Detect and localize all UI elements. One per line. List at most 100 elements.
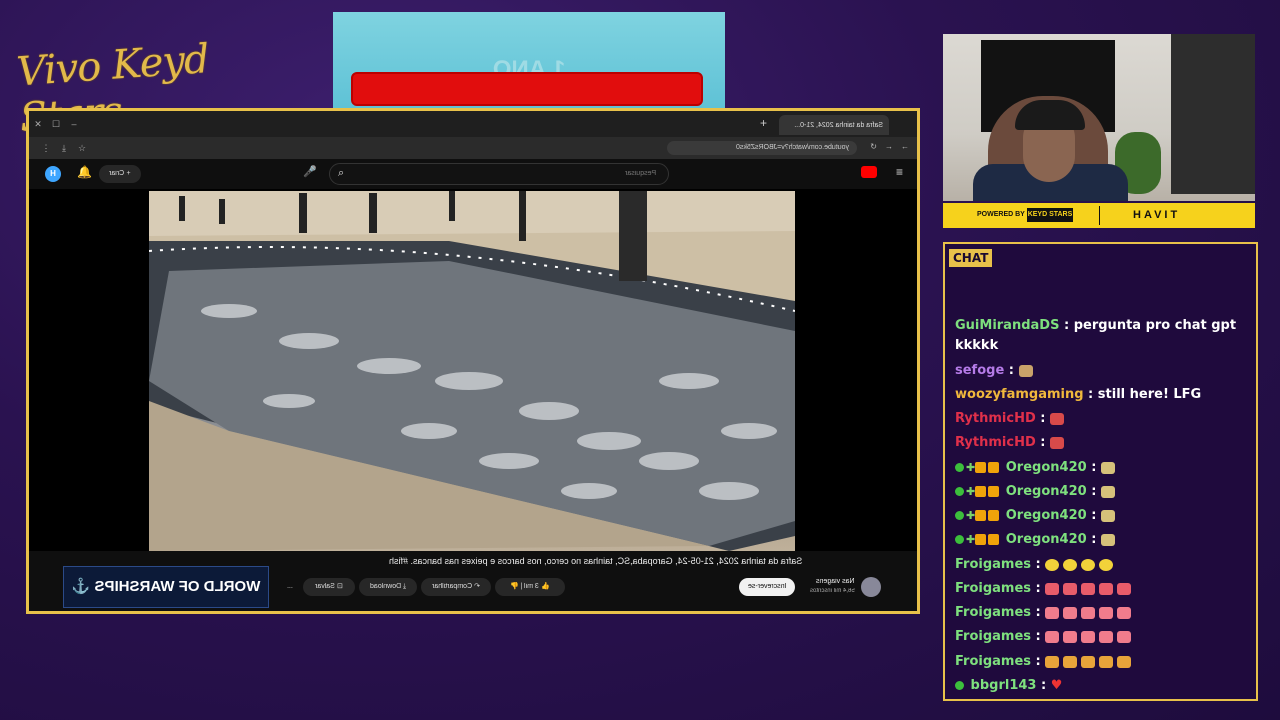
sponsor-divider <box>1099 206 1100 225</box>
bookmark-star-icon[interactable]: ☆ <box>73 143 91 154</box>
new-tab-icon[interactable]: + <box>760 116 767 130</box>
wall-poster <box>1171 34 1255 194</box>
face-emote-icon <box>1045 558 1060 571</box>
emote-icon <box>1099 630 1114 643</box>
emote-icon <box>1099 582 1114 595</box>
back-icon[interactable]: ← <box>901 142 909 151</box>
chat-message: sefoge : <box>955 363 1037 378</box>
sub-badge-icon <box>975 462 987 473</box>
crown-badge-icon <box>988 510 1000 521</box>
more-actions-button[interactable]: ... <box>283 578 297 596</box>
verified-badge-icon <box>955 535 964 544</box>
youtube-logo-icon[interactable] <box>861 166 877 178</box>
maximize-icon[interactable]: ☐ <box>47 119 65 130</box>
chat-message: ✚ Oregon420 : <box>955 532 1119 547</box>
chat-message: Froigames : <box>955 654 1135 669</box>
chat-message: Froigames : <box>955 557 1117 572</box>
chat-message: Froigames : <box>955 629 1135 644</box>
subscribe-button[interactable]: Inscrever-se <box>739 578 795 596</box>
streamer-cap <box>1015 100 1085 130</box>
search-input[interactable]: ⌕ Pesquisar <box>329 163 669 185</box>
keyd-stars-logo: KEYD STARS <box>1027 208 1073 222</box>
menu-icon[interactable]: ≡ <box>896 165 903 179</box>
plus-badge-icon: ✚ <box>966 485 976 498</box>
emote-icon <box>1099 655 1114 668</box>
world-of-warships-ad[interactable]: WORLD OF WARSHIPS ⚓ <box>63 566 269 608</box>
emote-icon <box>1117 630 1132 643</box>
microphone-icon[interactable]: 🎤 <box>303 165 317 178</box>
save-button[interactable]: Salvar ⊡ <box>303 578 355 596</box>
chat-message: RythmicHD : <box>955 435 1068 450</box>
create-button[interactable]: Criar + <box>99 165 141 183</box>
verified-badge-icon <box>955 681 964 690</box>
emote-icon <box>1045 655 1060 668</box>
video-player[interactable] <box>149 191 795 551</box>
url-field[interactable]: youtube.com/watch?v=JBORsZ5ks0 <box>667 141 857 155</box>
emote-icon <box>1063 606 1078 619</box>
reload-icon[interactable]: ↻ <box>870 142 877 151</box>
notifications-icon[interactable]: 🔔 <box>77 165 92 179</box>
chat-message: Froigames : <box>955 605 1135 620</box>
tab-title: Safra da tainha 2024, 21-0... <box>794 121 883 129</box>
verified-badge-icon <box>955 511 964 520</box>
crown-badge-icon <box>988 534 1000 545</box>
chat-message: ✚ Oregon420 : <box>955 460 1119 475</box>
sponsor-bar: POWERED BY KEYD STARS HAVIT <box>943 203 1255 228</box>
extensions-icon[interactable]: ⋮ <box>37 143 55 154</box>
forward-icon[interactable]: → <box>885 142 893 151</box>
plus-badge-icon: ✚ <box>966 509 976 522</box>
game-capture-frame: ✕ ☐ – + Safra da tainha 2024, 21-0... ⋮ … <box>26 108 920 614</box>
emote-icon <box>1117 582 1132 595</box>
close-window-icon[interactable]: ✕ <box>29 119 47 130</box>
share-button[interactable]: Compartilhar ↷ <box>421 578 491 596</box>
chat-message: RythmicHD : <box>955 411 1068 426</box>
chat-title: CHAT <box>949 249 993 267</box>
emote-icon <box>1045 606 1060 619</box>
channel-subscribers: 56,4 mil inscritos <box>810 588 855 594</box>
download-icon[interactable]: ⤓ <box>55 143 73 154</box>
plus-badge-icon: ✚ <box>966 533 976 546</box>
emote-icon <box>1063 582 1078 595</box>
emote-icon <box>1018 364 1033 377</box>
verified-badge-icon <box>955 463 964 472</box>
heart-emote-icon: ♥ <box>1050 678 1063 693</box>
emote-icon <box>1100 533 1115 546</box>
webcam-feed <box>943 34 1255 201</box>
minimize-icon[interactable]: – <box>65 119 83 129</box>
emote-icon <box>1045 582 1060 595</box>
chat-panel: CHAT GuiMirandaDS : pergunta pro chat gp… <box>943 242 1258 701</box>
verified-badge-icon <box>955 487 964 496</box>
emote-icon <box>1063 655 1078 668</box>
like-dislike-button[interactable]: 👎 | 3 mil 👍 <box>495 578 565 596</box>
powered-by-label: POWERED BY <box>977 211 1025 218</box>
face-emote-icon <box>1063 558 1078 571</box>
top-banner: 1 ANO <box>333 12 725 108</box>
face-emote-icon <box>1099 558 1114 571</box>
emote-icon <box>1099 606 1114 619</box>
browser-tab-active[interactable]: Safra da tainha 2024, 21-0... <box>779 115 889 135</box>
sub-badge-icon <box>975 486 987 497</box>
emote-icon <box>1117 655 1132 668</box>
emote-icon <box>1100 485 1115 498</box>
download-button[interactable]: Download ⤓ <box>359 578 417 596</box>
emote-icon <box>1100 509 1115 522</box>
video-frame-fish-catch <box>149 191 795 551</box>
crown-badge-icon <box>988 462 1000 473</box>
emote-icon <box>1100 461 1115 474</box>
crown-badge-icon <box>988 486 1000 497</box>
search-icon[interactable]: ⌕ <box>338 167 344 180</box>
plus-badge-icon: ✚ <box>966 461 976 474</box>
car-emote-icon <box>1050 436 1065 449</box>
emote-icon <box>1081 582 1096 595</box>
channel-avatar[interactable] <box>861 577 881 597</box>
chat-message: kkkkk <box>955 338 999 353</box>
channel-name[interactable]: Nas viagens <box>816 578 855 585</box>
havit-logo: HAVIT <box>1133 209 1181 221</box>
emote-icon <box>1081 630 1096 643</box>
sub-badge-icon <box>975 510 987 521</box>
chat-message: ✚ Oregon420 : <box>955 484 1119 499</box>
chat-message: ✚ Oregon420 : <box>955 508 1119 523</box>
profile-avatar-icon[interactable]: H <box>45 166 61 182</box>
chat-message: bbgrl143 : ♥ <box>955 678 1062 693</box>
address-bar: ⋮ ⤓ ☆ youtube.com/watch?v=JBORsZ5ks0 ↻ →… <box>29 137 917 159</box>
